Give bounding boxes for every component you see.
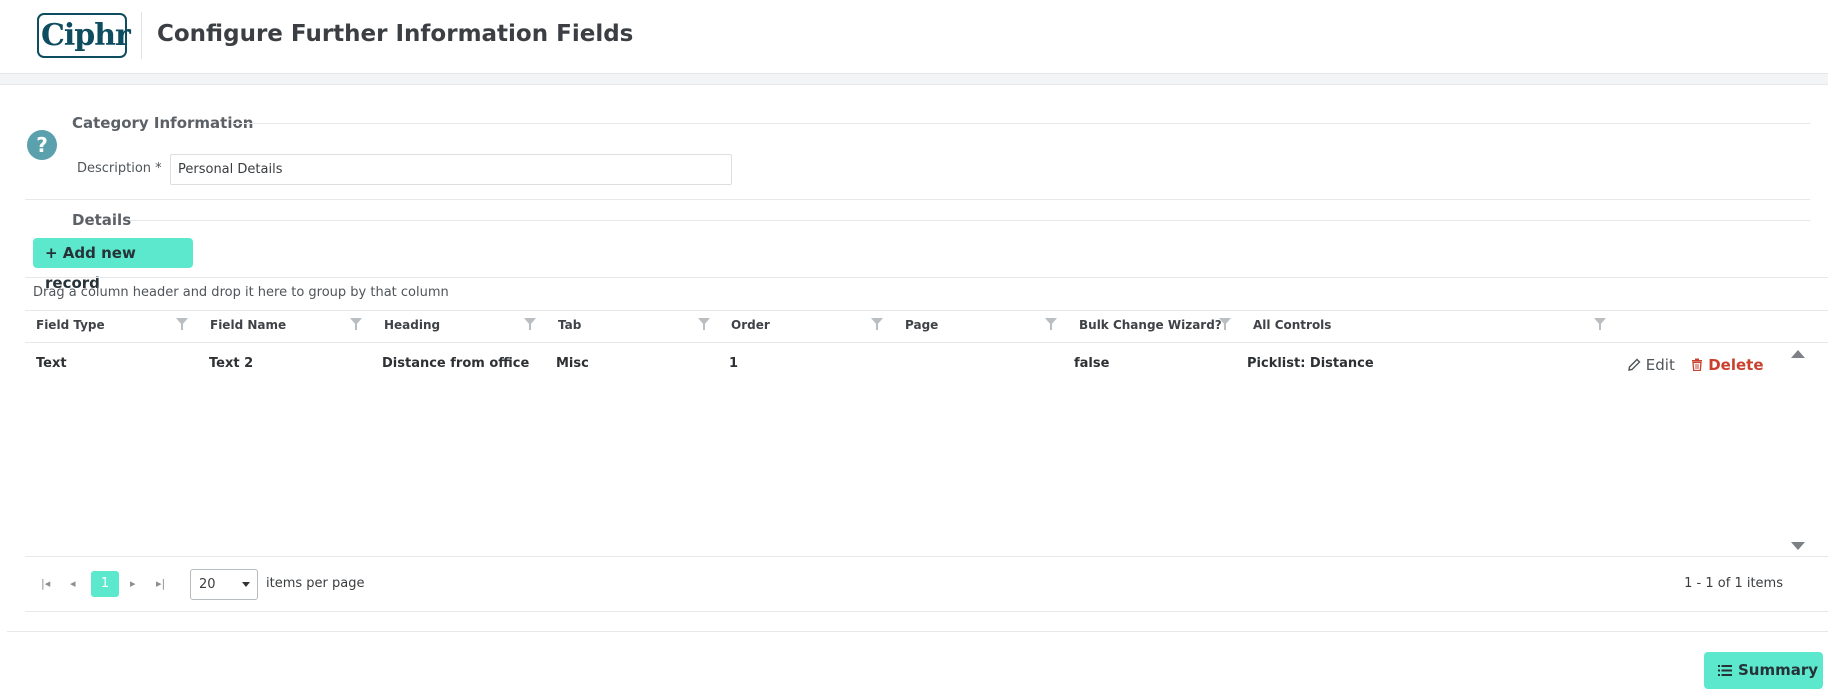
edit-label: Edit <box>1645 356 1675 374</box>
last-page-icon[interactable]: ▸| <box>156 577 165 590</box>
current-page-button[interactable]: 1 <box>91 571 119 597</box>
grid-header-border <box>25 342 1828 343</box>
filter-icon[interactable] <box>1045 318 1057 330</box>
description-input[interactable] <box>170 154 732 185</box>
cell-all-controls: Picklist: Distance <box>1247 356 1374 371</box>
grid-bottom-border <box>25 611 1828 612</box>
pencil-icon <box>1628 358 1641 371</box>
cell-field-type: Text <box>36 356 67 371</box>
filter-icon[interactable] <box>871 318 883 330</box>
column-header-heading[interactable]: Heading <box>384 318 440 332</box>
ciphr-logo[interactable]: Ciphr <box>37 13 131 58</box>
scroll-up-arrow-icon[interactable] <box>1791 350 1805 358</box>
column-header-page[interactable]: Page <box>905 318 938 332</box>
details-section-divider <box>130 220 1810 221</box>
summary-label: Summary <box>1738 661 1819 679</box>
per-page-label: items per page <box>266 576 365 591</box>
add-new-record-button[interactable]: + Add new record <box>33 238 193 292</box>
app-header: Ciphr Configure Further Information Fiel… <box>0 0 1828 74</box>
filter-icon[interactable] <box>350 318 362 330</box>
category-bottom-divider <box>25 199 1810 200</box>
cell-order: 1 <box>729 356 739 371</box>
column-header-field-name[interactable]: Field Name <box>210 318 286 332</box>
items-count: 1 - 1 of 1 items <box>1684 576 1783 591</box>
chevron-down-icon <box>242 582 250 587</box>
cell-heading: Distance from office <box>382 356 530 371</box>
cell-tab: Misc <box>556 356 589 371</box>
grid-top-border <box>25 277 1828 278</box>
column-header-field-type[interactable]: Field Type <box>36 318 105 332</box>
question-icon[interactable]: ? <box>27 130 57 160</box>
page-size-select[interactable]: 20 <box>190 569 258 600</box>
filter-icon[interactable] <box>176 318 188 330</box>
delete-button[interactable]: Delete <box>1691 356 1764 374</box>
category-section-title: Category Information <box>72 114 254 132</box>
description-label: Description * <box>77 161 162 176</box>
trash-icon <box>1692 358 1702 372</box>
category-section-divider <box>232 123 1810 124</box>
cell-bulk-change-wizard: false <box>1074 356 1110 371</box>
footer-divider <box>7 631 1828 632</box>
group-area-border <box>25 310 1828 311</box>
edit-button[interactable]: Edit <box>1628 356 1675 374</box>
page-size-value: 20 <box>199 577 216 592</box>
filter-icon[interactable] <box>1219 318 1231 330</box>
column-header-bulk-change-wizard[interactable]: Bulk Change Wizard? <box>1079 318 1222 332</box>
first-page-icon[interactable]: |◂ <box>41 577 50 590</box>
filter-icon[interactable] <box>1594 318 1606 330</box>
group-drop-area[interactable]: Drag a column header and drop it here to… <box>33 285 449 300</box>
logo-text: Ciphr <box>41 18 131 53</box>
previous-page-icon[interactable]: ◂ <box>70 577 76 590</box>
column-header-order[interactable]: Order <box>731 318 770 332</box>
grid-content-border <box>25 556 1828 557</box>
header-divider <box>141 12 142 59</box>
cell-field-name: Text 2 <box>209 356 254 371</box>
column-header-all-controls[interactable]: All Controls <box>1253 318 1331 332</box>
filter-icon[interactable] <box>524 318 536 330</box>
scroll-down-arrow-icon[interactable] <box>1791 542 1805 550</box>
details-section-title: Details <box>72 211 132 229</box>
delete-label: Delete <box>1708 356 1764 374</box>
next-page-icon[interactable]: ▸ <box>130 577 136 590</box>
filter-icon[interactable] <box>698 318 710 330</box>
summary-button[interactable]: Summary <box>1704 652 1823 689</box>
column-header-tab[interactable]: Tab <box>558 318 581 332</box>
page-title: Configure Further Information Fields <box>157 21 634 47</box>
list-icon <box>1718 665 1732 676</box>
